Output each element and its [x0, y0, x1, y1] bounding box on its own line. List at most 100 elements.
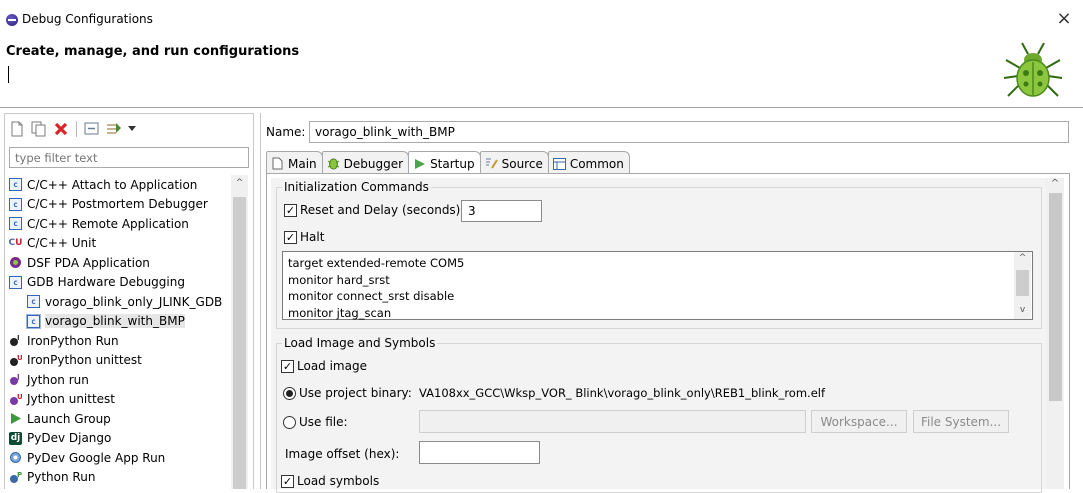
cu-icon: CU — [8, 238, 23, 249]
tree-item-cpp-attach[interactable]: c C/C++ Attach to Application — [9, 175, 231, 195]
checkbox-checked-icon[interactable]: ✓ — [281, 474, 294, 488]
chevron-down-icon[interactable]: v — [1014, 305, 1031, 315]
tree-item-blink-bmp[interactable]: c vorago_blink_with_BMP — [9, 312, 231, 332]
checkbox-checked-icon[interactable]: ✓ — [281, 359, 294, 373]
tab-label: Source — [501, 156, 543, 171]
bug-icon — [1000, 40, 1066, 105]
checkbox-label: Halt — [300, 230, 325, 244]
tree-item-cpp-remote[interactable]: c C/C++ Remote Application — [9, 214, 231, 234]
duplicate-icon[interactable] — [30, 120, 48, 138]
tree-item-label: C/C++ Postmortem Debugger — [27, 197, 208, 212]
source-icon — [485, 157, 498, 170]
tree-item-gdb-hardware[interactable]: c GDB Hardware Debugging — [9, 273, 231, 293]
launch-icon — [9, 412, 22, 425]
new-config-icon[interactable] — [8, 120, 26, 138]
tab-main[interactable]: Main — [266, 151, 323, 173]
tree-item-label: C/C++ Attach to Application — [27, 177, 198, 192]
title-bar — [0, 0, 1083, 40]
dsf-icon — [9, 256, 22, 269]
checkbox-label: Load symbols — [297, 474, 380, 488]
use-file-radio[interactable]: Use file: — [283, 415, 348, 429]
checkbox-checked-icon[interactable]: ✓ — [284, 230, 297, 244]
c-icon: c — [27, 295, 40, 309]
use-project-binary-radio[interactable]: Use project binary: — [283, 386, 412, 400]
radio-selected-icon[interactable] — [283, 386, 296, 400]
gae-icon — [9, 451, 22, 464]
image-offset-field[interactable] — [419, 441, 540, 464]
tree-item-label: DSF PDA Application — [27, 255, 150, 270]
tree-item-jython-run[interactable]: J Jython run — [9, 370, 231, 390]
workspace-button: Workspace... — [811, 410, 907, 433]
close-icon[interactable]: × — [1053, 8, 1075, 30]
load-symbols-checkbox[interactable]: ✓ Load symbols — [281, 474, 379, 488]
filter-icon[interactable] — [105, 120, 123, 138]
init-commands-textarea[interactable]: target extended-remote COM5 monitor hard… — [282, 251, 1033, 320]
tree-item-launch-group[interactable]: Launch Group — [9, 409, 231, 429]
svg-text:P: P — [17, 471, 22, 479]
tab-source[interactable]: Source — [479, 151, 549, 173]
name-field[interactable] — [309, 121, 1069, 143]
checkbox-label: Load image — [297, 359, 367, 373]
tree-item-cpp-postmortem[interactable]: c C/C++ Postmortem Debugger — [9, 195, 231, 215]
checkbox-checked-icon[interactable]: ✓ — [284, 203, 297, 217]
tree-item-label: GDB Hardware Debugging — [27, 275, 185, 290]
radio-label: Use project binary: — [299, 386, 412, 400]
tree-item-ironpython-unittest[interactable]: U IronPython unittest — [9, 351, 231, 371]
tab-startup[interactable]: Startup — [408, 151, 481, 174]
reset-delay-field[interactable] — [461, 200, 542, 222]
delete-icon[interactable] — [52, 120, 70, 138]
text-cursor — [8, 66, 9, 83]
startup-scrollbar-thumb[interactable] — [1049, 193, 1062, 401]
load-image-checkbox[interactable]: ✓ Load image — [281, 359, 367, 373]
tab-common[interactable]: Common — [547, 151, 630, 173]
tree-item-pydev-django[interactable]: dj PyDev Django — [9, 429, 231, 449]
tree-item-label: vorago_blink_with_BMP — [45, 314, 185, 329]
filter-input[interactable] — [9, 147, 249, 168]
tree-item-jython-unittest[interactable]: U Jython unittest — [9, 390, 231, 410]
tree-toolbar — [8, 118, 137, 140]
tab-label: Startup — [430, 157, 475, 171]
radio-label: Use file: — [299, 415, 348, 429]
chevron-down-icon[interactable] — [127, 120, 137, 138]
window-title: Debug Configurations — [22, 12, 153, 26]
tab-label: Main — [288, 156, 317, 171]
command-line: target extended-remote COM5 — [288, 256, 465, 270]
tree-item-label: Jython unittest — [27, 392, 116, 407]
chevron-up-icon[interactable]: ^ — [1014, 253, 1031, 263]
tree-item-jlink-gdb[interactable]: c vorago_blink_only_JLINK_GDB — [9, 292, 231, 312]
tab-debugger[interactable]: Debugger — [321, 151, 410, 173]
radio-unselected-icon[interactable] — [283, 415, 296, 429]
tree-item-cpp-unit[interactable]: C U C/C++ Unit — [9, 234, 231, 254]
project-binary-path: VA108xx_GCC\Wksp_VOR_ Blink\vorago_blink… — [419, 386, 826, 400]
tree-item-label: PyDev Google App Run — [27, 450, 166, 465]
checkbox-label: Reset and Delay (seconds): — [300, 203, 465, 217]
chevron-up-icon[interactable]: ^ — [1046, 178, 1064, 192]
tree-item-label: C/C++ Unit — [27, 236, 97, 251]
svg-text:U: U — [17, 354, 22, 362]
svg-text:J: J — [16, 373, 20, 381]
tree-item-ironpython-run[interactable]: I IronPython Run — [9, 331, 231, 351]
startup-icon — [413, 158, 426, 171]
tree-item-python-run[interactable]: P Python Run — [9, 468, 231, 488]
tree-item-label: vorago_blink_only_JLINK_GDB — [45, 294, 223, 309]
command-line: monitor jtag_scan — [288, 305, 392, 320]
django-icon: dj — [9, 431, 22, 445]
tab-bar: Main Debugger Startup Source Common — [266, 151, 630, 174]
chevron-up-icon[interactable]: ^ — [231, 178, 248, 192]
tree-item-dsf-pda[interactable]: DSF PDA Application — [9, 253, 231, 273]
tree-scrollbar-thumb[interactable] — [233, 197, 246, 489]
commands-scrollbar-thumb[interactable] — [1016, 270, 1029, 296]
halt-checkbox[interactable]: ✓ Halt — [284, 230, 324, 244]
header-divider — [0, 107, 1083, 108]
tree-item-label: IronPython unittest — [27, 353, 142, 368]
reset-delay-checkbox[interactable]: ✓ Reset and Delay (seconds): — [284, 203, 464, 217]
tree-item-label: IronPython Run — [27, 333, 119, 348]
tab-label: Common — [569, 156, 624, 171]
tree-item-label: C/C++ Remote Application — [27, 216, 189, 231]
eclipse-icon — [6, 14, 18, 26]
tab-label: Debugger — [343, 156, 404, 171]
tree-item-pydev-gae[interactable]: PyDev Google App Run — [9, 448, 231, 468]
common-icon — [552, 157, 566, 170]
file-system-button: File System... — [913, 410, 1009, 433]
collapse-all-icon[interactable] — [83, 120, 101, 138]
